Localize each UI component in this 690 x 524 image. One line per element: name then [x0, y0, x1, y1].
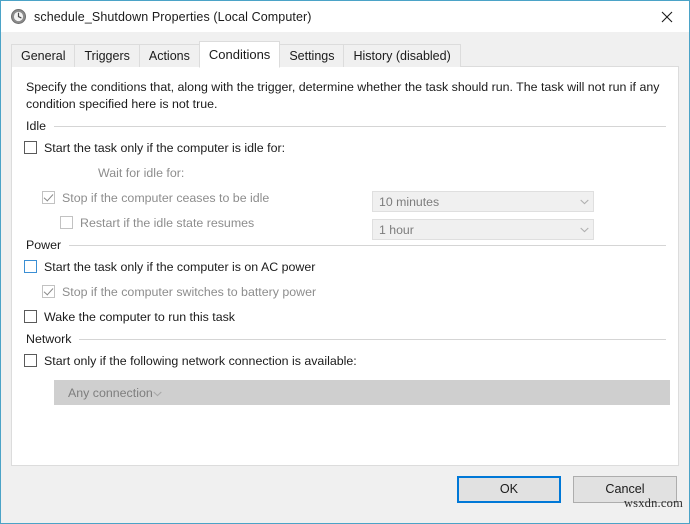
idle-group-label: Idle: [26, 119, 46, 133]
row-start-if-network: Start only if the following network conn…: [24, 348, 666, 373]
properties-dialog-window: schedule_Shutdown Properties (Local Comp…: [0, 0, 690, 524]
network-group-header: Network: [26, 332, 666, 346]
network-group-divider: [79, 338, 666, 340]
conditions-description: Specify the conditions that, along with …: [26, 80, 660, 111]
start-if-idle-label: Start the task only if the computer is i…: [44, 140, 286, 155]
restart-if-idle-resumes-checkbox[interactable]: [60, 216, 73, 229]
row-wait-for-idle: Wait for idle for:: [24, 160, 666, 185]
start-if-idle-checkbox[interactable]: [24, 141, 37, 154]
stop-if-battery-checkbox[interactable]: [42, 285, 55, 298]
watermark: wsxdn.com: [623, 496, 683, 510]
power-group-header: Power: [26, 238, 666, 252]
stop-if-ceases-idle-label: Stop if the computer ceases to be idle: [62, 190, 270, 205]
wake-computer-checkbox[interactable]: [24, 310, 37, 323]
power-group-label: Power: [26, 238, 62, 252]
wait-for-idle-label: Wait for idle for:: [98, 165, 185, 180]
start-if-ac-power-label: Start the task only if the computer is o…: [44, 259, 316, 274]
start-if-ac-power-checkbox[interactable]: [24, 260, 37, 273]
ok-button[interactable]: OK: [457, 475, 561, 503]
row-start-if-ac-power: Start the task only if the computer is o…: [24, 254, 666, 279]
row-wake-computer: Wake the computer to run this task: [24, 304, 666, 329]
clock-task-icon: [10, 8, 27, 25]
conditions-tab-page: Specify the conditions that, along with …: [11, 66, 679, 466]
tab-general[interactable]: General: [11, 44, 76, 67]
idle-group-divider: [53, 125, 666, 127]
restart-if-idle-resumes-label: Restart if the idle state resumes: [80, 215, 255, 230]
tab-conditions[interactable]: Conditions: [198, 41, 281, 68]
tab-settings[interactable]: Settings: [279, 44, 345, 67]
network-group-label: Network: [26, 332, 72, 346]
dialog-footer: OK Cancel wsxdn.com: [1, 466, 689, 512]
close-icon[interactable]: [644, 1, 689, 32]
idle-group-header: Idle: [26, 119, 666, 133]
start-if-network-label: Start only if the following network conn…: [44, 353, 357, 368]
network-connection-dropdown[interactable]: Any connection: [54, 380, 670, 405]
tab-history[interactable]: History (disabled): [343, 44, 461, 67]
row-start-if-idle: Start the task only if the computer is i…: [24, 135, 666, 160]
power-group-divider: [69, 244, 666, 246]
wait-for-idle-value: 1 hour: [379, 222, 414, 237]
wait-for-idle-dropdown[interactable]: 1 hour: [372, 219, 594, 240]
title-bar: schedule_Shutdown Properties (Local Comp…: [1, 1, 689, 32]
row-stop-if-battery: Stop if the computer switches to battery…: [24, 279, 666, 304]
wake-computer-label: Wake the computer to run this task: [44, 309, 235, 324]
chevron-down-icon: [153, 386, 175, 400]
network-connection-value: Any connection: [68, 385, 153, 400]
chevron-down-icon: [575, 227, 593, 233]
start-if-network-checkbox[interactable]: [24, 354, 37, 367]
stop-if-battery-label: Stop if the computer switches to battery…: [62, 284, 317, 299]
idle-duration-value: 10 minutes: [379, 194, 440, 209]
chevron-down-icon: [575, 199, 593, 205]
tab-actions[interactable]: Actions: [138, 44, 200, 67]
tab-strip: General Triggers Actions Conditions Sett…: [11, 41, 689, 68]
window-title: schedule_Shutdown Properties (Local Comp…: [34, 9, 312, 24]
tab-triggers[interactable]: Triggers: [74, 44, 140, 67]
window-controls: [644, 1, 689, 32]
stop-if-ceases-idle-checkbox[interactable]: [42, 191, 55, 204]
idle-duration-dropdown[interactable]: 10 minutes: [372, 191, 594, 212]
dialog-body: General Triggers Actions Conditions Sett…: [1, 32, 689, 523]
